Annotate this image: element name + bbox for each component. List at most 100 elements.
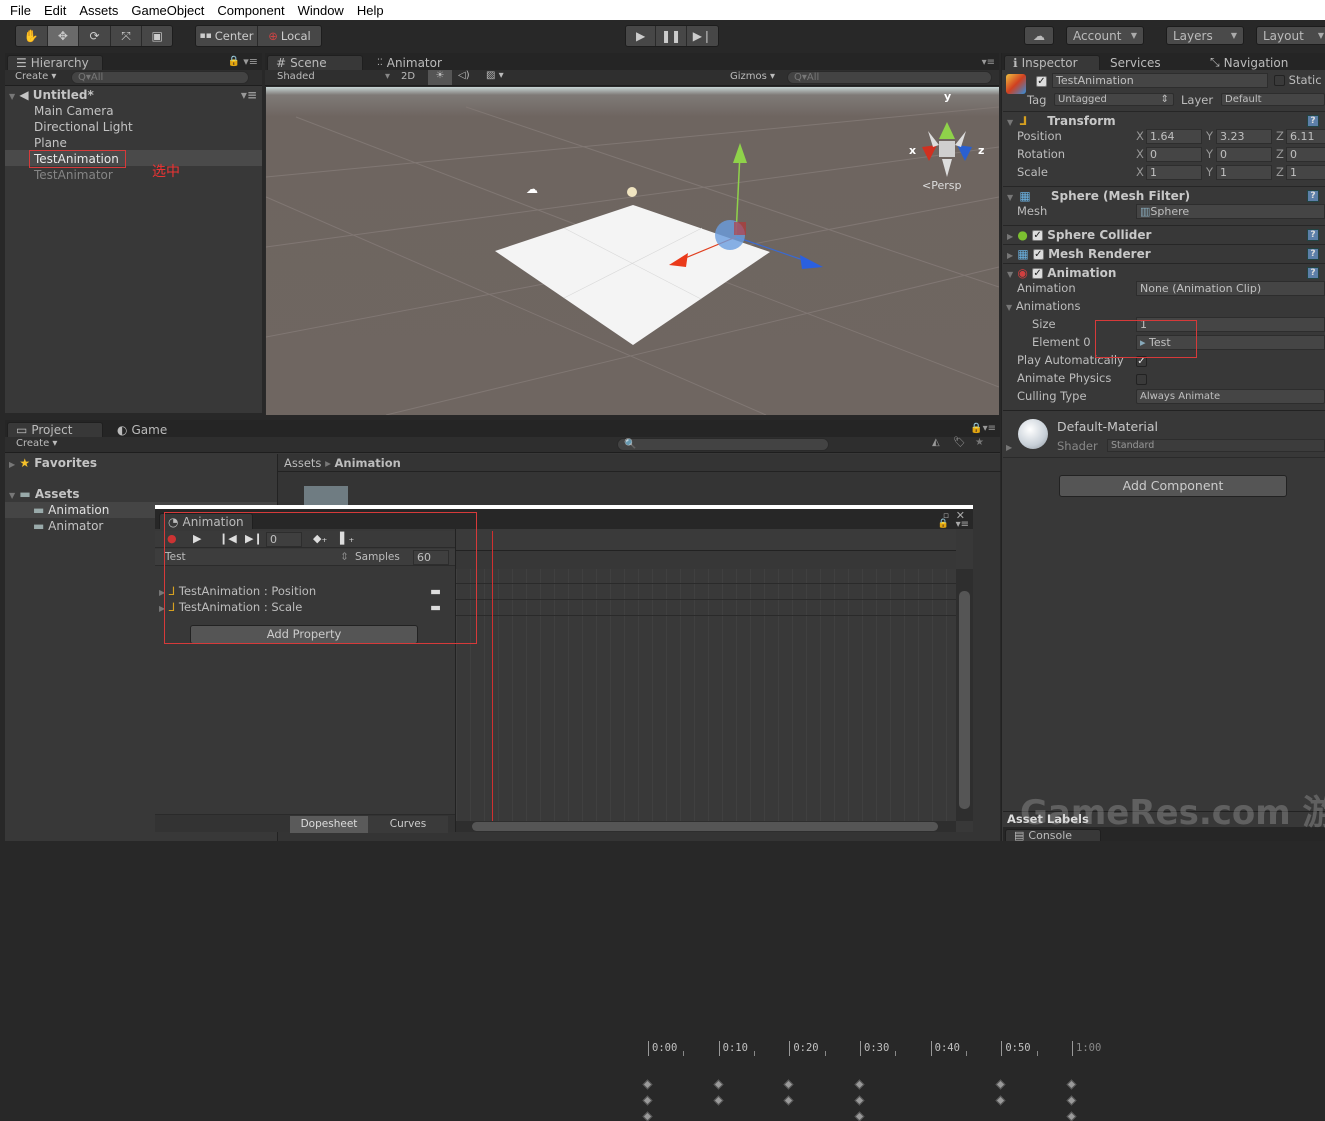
panel-menu-icon[interactable]: ▾≡ xyxy=(956,519,969,530)
keyframe-position[interactable] xyxy=(783,1095,794,1106)
folder-animator[interactable]: ▬ Animator xyxy=(33,518,103,534)
active-checkbox[interactable]: ✓ xyxy=(1036,74,1047,87)
tab-services[interactable]: Services xyxy=(1102,55,1192,70)
audio-toggle[interactable]: ◁) xyxy=(458,70,470,81)
hierarchy-item-directional-light[interactable]: Directional Light xyxy=(34,119,133,135)
keyframe-position[interactable] xyxy=(995,1095,1006,1106)
add-property-button[interactable]: Add Property xyxy=(190,625,418,644)
animation-checkbox[interactable]: ✓ xyxy=(1032,268,1044,279)
breadcrumb-animation[interactable]: Animation xyxy=(335,456,401,470)
keyframe-position[interactable] xyxy=(1066,1095,1077,1106)
timeline-ruler[interactable] xyxy=(456,529,956,551)
menu-component[interactable]: Component xyxy=(217,3,284,18)
light-icon[interactable] xyxy=(627,187,637,197)
tab-curves[interactable]: Curves xyxy=(368,816,448,833)
transform-rotation-z-input[interactable]: 0 xyxy=(1286,147,1325,162)
filter-label-icon[interactable]: 🏷 xyxy=(953,437,966,448)
menu-window[interactable]: Window xyxy=(298,3,344,18)
record-button[interactable]: ● xyxy=(167,532,177,545)
keyframe-position[interactable] xyxy=(642,1095,653,1106)
keyframe-summary[interactable] xyxy=(1066,1079,1077,1090)
step-button[interactable]: ▶❘ xyxy=(687,26,718,46)
play-button[interactable]: ▶ xyxy=(626,26,657,46)
favorites-folder[interactable]: ▶ ★ Favorites xyxy=(9,455,97,471)
property-row-position[interactable]: ▶ ⅃ TestAnimation : Position ▬ xyxy=(155,583,453,599)
property-options-button[interactable]: ▬ xyxy=(430,599,441,615)
pause-button[interactable]: ❚❚ xyxy=(656,26,687,46)
menu-help[interactable]: Help xyxy=(357,3,384,18)
play-button[interactable]: ▶ xyxy=(193,532,201,545)
vertical-scroll-thumb[interactable] xyxy=(959,591,970,809)
transform-scale-x-input[interactable]: 1 xyxy=(1146,165,1202,180)
panel-menu-icon[interactable]: ▾≡ xyxy=(982,57,995,68)
filter-type-icon[interactable]: ◭ xyxy=(932,437,940,448)
shading-dropdown[interactable]: Shaded ▾ xyxy=(277,71,390,82)
toggle-2d-button[interactable]: 2D xyxy=(401,71,415,82)
keyframe-summary[interactable] xyxy=(783,1079,794,1090)
menu-gameobject[interactable]: GameObject xyxy=(131,3,204,18)
favorite-star-icon[interactable]: ★ xyxy=(975,437,984,448)
cloud-button[interactable]: ☁ xyxy=(1024,26,1054,45)
transform-scale-y-input[interactable]: 1 xyxy=(1216,165,1272,180)
mesh-renderer-header[interactable]: ▶ ▦ ✓ Mesh Renderer? xyxy=(1003,244,1325,262)
samples-input[interactable]: 60 xyxy=(413,550,449,565)
menu-file[interactable]: File xyxy=(10,3,31,18)
animation-clip-field[interactable]: None (Animation Clip) xyxy=(1136,281,1325,296)
project-create-button[interactable]: Create ▾ xyxy=(16,438,57,449)
transform-position-z-input[interactable]: 6.11 xyxy=(1286,129,1325,144)
horizontal-scroll-thumb[interactable] xyxy=(472,822,938,831)
size-input[interactable]: 1 xyxy=(1136,317,1325,332)
rect-tool-button[interactable]: ▣ xyxy=(142,26,172,46)
tag-dropdown[interactable]: Untagged ⇕ xyxy=(1054,93,1174,106)
tab-project[interactable]: ▭ Project xyxy=(7,422,103,437)
help-icon[interactable]: ? xyxy=(1307,190,1319,202)
mesh-filter-header[interactable]: ▼ ▦ Sphere (Mesh Filter)? xyxy=(1003,186,1325,204)
shader-dropdown[interactable]: Standard xyxy=(1107,439,1325,452)
transform-header[interactable]: ▼ ⅃ Transform? xyxy=(1003,111,1325,129)
tab-navigation[interactable]: ⤡ Navigation xyxy=(1202,55,1312,70)
scene-root[interactable]: ▼ ◀ Untitled* ▾≡ xyxy=(9,87,259,103)
transform-position-x-input[interactable]: 1.64 xyxy=(1146,129,1202,144)
lighting-toggle[interactable]: ☀ xyxy=(428,70,452,85)
next-key-button[interactable]: ▶❙ xyxy=(245,532,263,545)
keyframe-position[interactable] xyxy=(713,1095,724,1106)
culling-dropdown[interactable]: Always Animate xyxy=(1136,389,1325,404)
expand-icon[interactable]: ▶ xyxy=(1006,443,1012,452)
prev-key-button[interactable]: ❙◀ xyxy=(219,532,237,545)
play-auto-checkbox[interactable]: ✓ xyxy=(1136,354,1147,367)
camera-icon[interactable]: ☁ xyxy=(526,182,538,196)
layer-dropdown[interactable]: Default xyxy=(1221,93,1325,106)
property-row-scale[interactable]: ▶ ⅃ TestAnimation : Scale ▬ xyxy=(155,599,453,615)
transform-scale-z-input[interactable]: 1 xyxy=(1286,165,1325,180)
gizmos-dropdown[interactable]: Gizmos ▾ xyxy=(730,71,775,82)
tab-dopesheet[interactable]: Dopesheet xyxy=(290,816,368,833)
transform-rotation-x-input[interactable]: 0 xyxy=(1146,147,1202,162)
clip-dropdown[interactable]: Test ⇕ xyxy=(165,551,349,563)
keyframe-summary[interactable] xyxy=(642,1079,653,1090)
hierarchy-item-main-camera[interactable]: Main Camera xyxy=(34,103,114,119)
layout-dropdown[interactable]: Layout ▼ xyxy=(1256,26,1325,45)
object-name-input[interactable]: TestAnimation xyxy=(1052,73,1268,88)
panel-menu-icon[interactable]: ▾≡ xyxy=(243,55,258,68)
transform-position-y-input[interactable]: 3.23 xyxy=(1216,129,1272,144)
hierarchy-create-button[interactable]: Create ▾ xyxy=(15,71,56,82)
hierarchy-search-input[interactable]: Q▾All xyxy=(71,71,249,84)
frame-input[interactable]: 0 xyxy=(266,532,302,547)
lock-icon[interactable]: 🔒 xyxy=(938,519,949,529)
hand-tool-button[interactable]: ✋ xyxy=(16,26,48,46)
asset-thumbnail[interactable] xyxy=(304,486,348,506)
sphere-collider-header[interactable]: ▶ ● ✓ Sphere Collider? xyxy=(1003,225,1325,243)
rotate-tool-button[interactable]: ⟳ xyxy=(79,26,111,46)
menu-assets[interactable]: Assets xyxy=(79,3,118,18)
pivot-center-button[interactable]: ▪▪ Center xyxy=(196,26,259,46)
horizontal-scrollbar[interactable] xyxy=(456,821,956,832)
keyframe-scale[interactable] xyxy=(1066,1111,1077,1121)
animation-component-header[interactable]: ▼ ◉ ✓ Animation? xyxy=(1003,263,1325,281)
help-icon[interactable]: ? xyxy=(1307,115,1319,127)
add-component-button[interactable]: Add Component xyxy=(1059,475,1287,497)
tab-hierarchy[interactable]: ☰ Hierarchy xyxy=(7,55,103,70)
menu-edit[interactable]: Edit xyxy=(44,3,66,18)
keyframe-summary[interactable] xyxy=(854,1079,865,1090)
static-checkbox[interactable]: Static xyxy=(1274,73,1322,87)
help-icon[interactable]: ? xyxy=(1307,267,1319,279)
